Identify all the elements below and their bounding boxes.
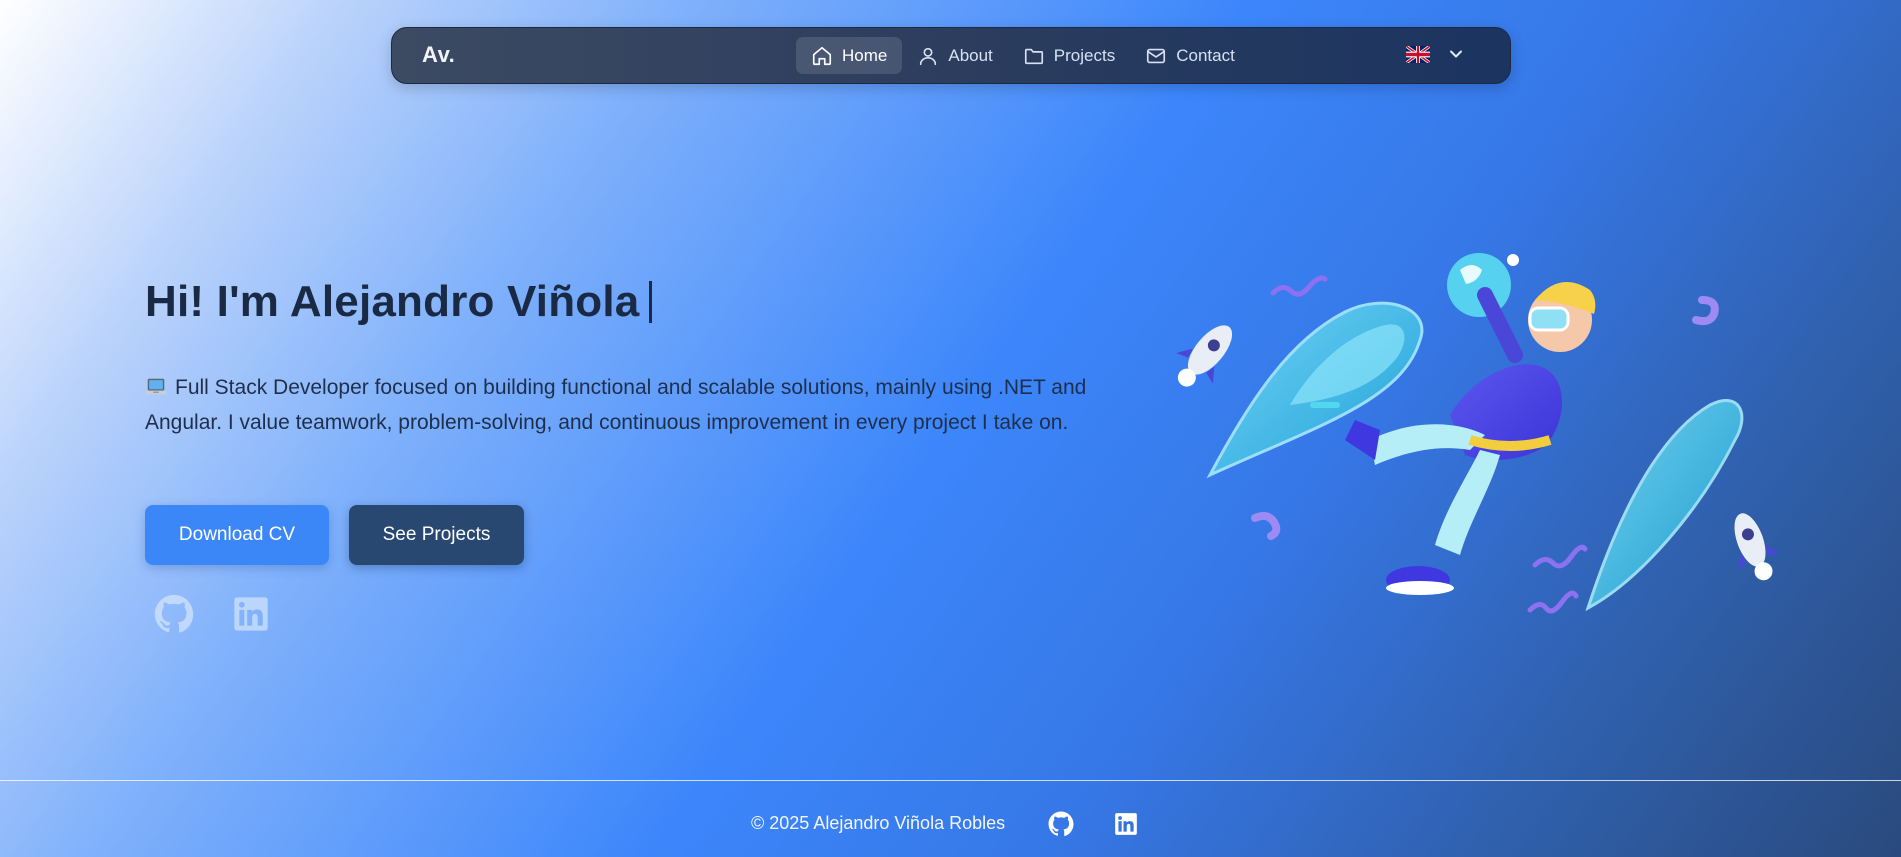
vr-astronaut-illustration xyxy=(1176,253,1780,614)
see-projects-button[interactable]: See Projects xyxy=(349,505,524,565)
hero-description-text: Full Stack Developer focused on building… xyxy=(145,376,1087,434)
navbar: Av. Home About Projects Contact xyxy=(391,27,1511,84)
language-selector[interactable] xyxy=(1406,44,1466,64)
github-link[interactable] xyxy=(154,594,194,634)
download-cv-button[interactable]: Download CV xyxy=(145,505,329,565)
nav-item-label: Projects xyxy=(1053,45,1116,65)
user-icon xyxy=(920,47,937,65)
linkedin-link[interactable] xyxy=(231,594,271,634)
laptop-emoji-icon xyxy=(145,378,167,395)
nav-item-home[interactable]: Home xyxy=(796,37,903,74)
linkedin-icon xyxy=(234,597,268,631)
footer-linkedin-link[interactable] xyxy=(1113,811,1139,837)
nav-item-about[interactable]: About xyxy=(902,37,1007,74)
mail-icon xyxy=(1147,48,1166,63)
github-icon xyxy=(1048,811,1074,837)
nav-links: Home About Projects Contact xyxy=(796,37,1250,74)
brand-logo[interactable]: Av. xyxy=(422,42,455,68)
hero-title: Hi! I'm Alejandro Viñola xyxy=(145,277,653,327)
nav-item-label: Contact xyxy=(1176,45,1235,65)
chevron-down-icon[interactable] xyxy=(1446,44,1466,64)
github-icon xyxy=(154,594,194,633)
footer-copyright: © 2025 Alejandro Viñola Robles xyxy=(751,813,1006,833)
linkedin-icon xyxy=(1115,813,1137,835)
footer-github-link[interactable] xyxy=(1048,811,1074,837)
folder-icon xyxy=(1024,48,1043,64)
nav-item-projects[interactable]: Projects xyxy=(1008,37,1130,74)
typing-caret xyxy=(649,281,653,323)
hero-description: Full Stack Developer focused on building… xyxy=(145,370,1105,440)
hero-title-text: Hi! I'm Alejandro Viñola xyxy=(145,277,640,326)
uk-flag-icon xyxy=(1406,45,1430,63)
nav-item-contact[interactable]: Contact xyxy=(1130,37,1250,74)
nav-item-label: About xyxy=(948,45,993,65)
home-icon xyxy=(812,46,832,65)
nav-item-label: Home xyxy=(842,45,888,65)
footer-divider xyxy=(0,780,1901,781)
